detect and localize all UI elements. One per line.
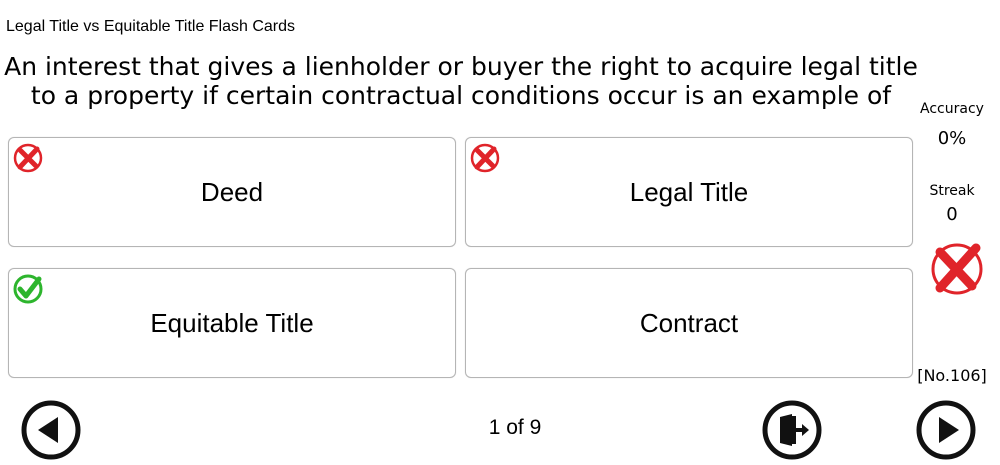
answer-card-deed[interactable]: Deed — [8, 137, 456, 247]
accuracy-label: Accuracy — [920, 101, 984, 117]
exit-door-icon — [762, 400, 822, 460]
answer-label: Contract — [639, 307, 739, 338]
answer-label: Equitable Title — [150, 307, 314, 338]
next-button[interactable] — [913, 400, 979, 460]
card-number: [No.106] — [917, 366, 987, 385]
answer-card-legal-title[interactable]: Legal Title — [465, 137, 913, 247]
prev-button[interactable] — [18, 400, 84, 460]
answer-label: Legal Title — [629, 176, 749, 207]
exit-button[interactable] — [759, 400, 825, 460]
streak-label: Streak — [929, 183, 975, 199]
answer-card-contract[interactable]: Contract — [465, 268, 913, 378]
arrow-left-icon — [21, 400, 81, 460]
answer-card-equitable-title[interactable]: Equitable Title — [8, 268, 456, 378]
page-indicator: 1 of 9 — [488, 416, 542, 439]
accuracy-value: 0% — [937, 128, 967, 149]
app-title: Legal Title vs Equitable Title Flash Car… — [6, 18, 296, 35]
answer-label: Deed — [200, 176, 264, 207]
question-text: An interest that gives a lienholder or b… — [4, 52, 918, 110]
streak-value: 0 — [946, 204, 958, 225]
arrow-right-icon — [916, 400, 976, 460]
big-x-icon — [931, 243, 983, 295]
